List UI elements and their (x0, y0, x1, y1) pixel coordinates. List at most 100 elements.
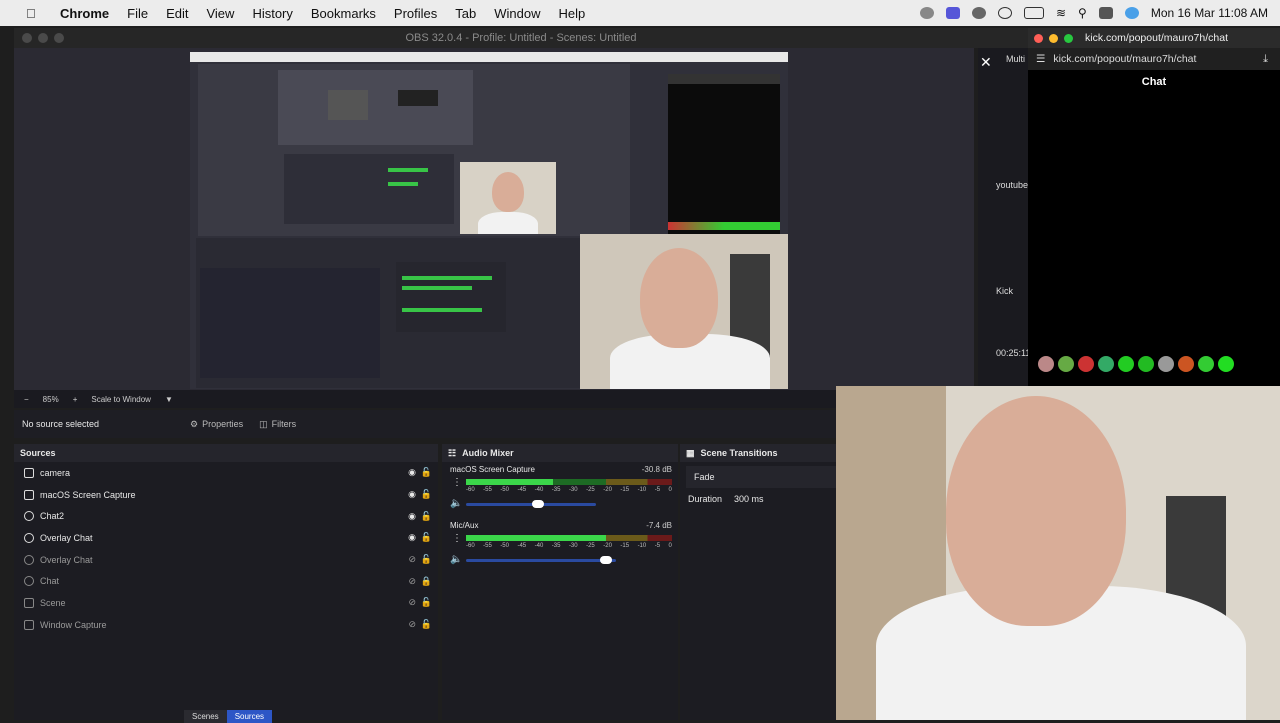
source-name[interactable]: Chat2 (40, 511, 64, 521)
hidden-eye-icon[interactable]: ⊘ (408, 619, 416, 630)
source-item[interactable]: Overlay Chat ⊘ 🔓 (14, 549, 438, 571)
menu-profiles[interactable]: Profiles (385, 6, 446, 21)
lock-open-icon[interactable]: 🔓 (421, 619, 432, 630)
source-name[interactable]: Scene (40, 598, 66, 608)
emote-icon[interactable] (1218, 356, 1234, 372)
volume-knob[interactable] (599, 556, 612, 564)
transition-select[interactable]: Fade (686, 466, 836, 488)
menu-app-name[interactable]: Chrome (46, 6, 118, 21)
menu-history[interactable]: History (243, 6, 301, 21)
lock-open-icon[interactable]: 🔓 (421, 532, 432, 543)
clock[interactable]: Mon 16 Mar 11:08 AM (1151, 6, 1268, 20)
menu-tab[interactable]: Tab (446, 6, 485, 21)
emote-icon[interactable] (1178, 356, 1194, 372)
menu-bookmarks[interactable]: Bookmarks (302, 6, 385, 21)
emote-icon[interactable] (1158, 356, 1174, 372)
zoom-in-icon[interactable]: + (73, 395, 78, 404)
screen-record-icon[interactable] (945, 7, 960, 19)
battery-icon[interactable] (1023, 7, 1044, 19)
source-item[interactable]: Chat2 ◉ 🔓 (14, 505, 438, 527)
chat-url-text[interactable]: kick.com/popout/mauro7h/chat (1053, 53, 1196, 65)
tab-scenes[interactable]: Scenes (184, 710, 227, 723)
lock-open-icon[interactable]: 🔓 (421, 511, 432, 522)
hidden-eye-icon[interactable]: ⊘ (408, 597, 416, 608)
volume-slider[interactable] (466, 500, 596, 508)
source-name[interactable]: Window Capture (40, 620, 107, 630)
source-name[interactable]: camera (40, 468, 70, 478)
chevron-down-icon[interactable]: ▼ (165, 395, 173, 404)
lock-open-icon[interactable]: 🔓 (421, 597, 432, 608)
source-name[interactable]: Overlay Chat (40, 555, 93, 565)
source-name[interactable]: macOS Screen Capture (40, 490, 136, 500)
tab-sources[interactable]: Sources (226, 710, 273, 723)
status-app-icon[interactable] (919, 7, 934, 19)
menu-help[interactable]: Help (550, 6, 595, 21)
volume-slider[interactable] (466, 556, 616, 564)
more-icon[interactable]: ⋮ (452, 533, 462, 544)
minimize-window-icon[interactable] (1049, 33, 1058, 43)
visibility-eye-icon[interactable]: ◉ (408, 489, 416, 500)
lock-open-icon[interactable]: 🔓 (421, 489, 432, 500)
menu-window[interactable]: Window (485, 6, 549, 21)
speaker-icon[interactable]: 🔈 (450, 554, 462, 565)
siri-icon[interactable] (1124, 7, 1139, 19)
browser-icon (24, 576, 34, 587)
source-item[interactable]: Chat ⊘ 🔒 (14, 570, 438, 592)
close-icon[interactable]: ✕ (980, 54, 992, 71)
minimize-window-icon[interactable] (38, 33, 48, 43)
apple-icon[interactable]:  (26, 6, 46, 21)
emote-icon[interactable] (1198, 356, 1214, 372)
visibility-eye-icon[interactable]: ◉ (408, 511, 416, 522)
preview-canvas[interactable] (190, 52, 788, 389)
scale-mode[interactable]: Scale to Window (91, 395, 151, 404)
visibility-eye-icon[interactable]: ◉ (408, 532, 416, 543)
search-icon[interactable]: ⚲ (1078, 6, 1087, 20)
source-item[interactable]: Window Capture ⊘ 🔓 (14, 614, 438, 636)
source-name[interactable]: Overlay Chat (40, 533, 93, 543)
nested-obs-window (198, 64, 630, 236)
hidden-eye-icon[interactable]: ⊘ (408, 554, 416, 565)
wifi-icon[interactable]: ≋ (1056, 6, 1066, 20)
zoom-window-icon[interactable] (54, 33, 64, 43)
more-icon[interactable]: ⋮ (452, 477, 462, 488)
hidden-eye-icon[interactable]: ⊘ (408, 576, 416, 587)
speaker-icon[interactable]: 🔈 (450, 498, 462, 509)
lock-open-icon[interactable]: 🔓 (421, 467, 432, 478)
emote-icon[interactable] (1038, 356, 1054, 372)
close-window-icon[interactable] (22, 33, 32, 43)
obs-icon[interactable] (971, 7, 986, 19)
source-name[interactable]: Chat (40, 576, 59, 586)
chat-url-bar[interactable]: ☰ kick.com/popout/mauro7h/chat ⤓ (1028, 48, 1280, 70)
close-window-icon[interactable] (1034, 33, 1043, 43)
properties-button[interactable]: ⚙ Properties (182, 416, 251, 433)
menu-edit[interactable]: Edit (157, 6, 197, 21)
control-center-icon[interactable] (1098, 7, 1113, 19)
lock-open-icon[interactable]: 🔓 (421, 554, 432, 565)
menu-file[interactable]: File (118, 6, 157, 21)
filters-button[interactable]: ◫ Filters (251, 416, 304, 433)
site-settings-icon[interactable]: ☰ (1036, 53, 1045, 65)
source-item[interactable]: macOS Screen Capture ◉ 🔓 (14, 484, 438, 506)
stream-time-label: 00:25:11 (996, 348, 1031, 358)
emote-icon[interactable] (1138, 356, 1154, 372)
audio-mixer-dock: ☷ Audio Mixer macOS Screen Capture -30.8… (442, 444, 678, 720)
source-item[interactable]: camera ◉ 🔓 (14, 462, 438, 484)
menu-view[interactable]: View (197, 6, 243, 21)
volume-knob[interactable] (532, 500, 544, 508)
zoom-out-icon[interactable]: − (24, 395, 29, 404)
visibility-eye-icon[interactable]: ◉ (408, 467, 416, 478)
emote-icon[interactable] (1098, 356, 1114, 372)
lock-closed-icon[interactable]: 🔒 (421, 576, 432, 587)
duration-value[interactable]: 300 ms (734, 494, 764, 504)
emote-icon[interactable] (1118, 356, 1134, 372)
emote-icon[interactable] (1058, 356, 1074, 372)
source-item[interactable]: Overlay Chat ◉ 🔓 (14, 527, 438, 549)
meter-tick-label: -55 (483, 487, 492, 493)
person-face (640, 248, 718, 348)
zoom-window-icon[interactable] (1064, 33, 1073, 43)
play-icon[interactable] (997, 7, 1012, 19)
source-item[interactable]: Scene ⊘ 🔓 (14, 592, 438, 614)
level-meter (466, 535, 672, 541)
emote-icon[interactable] (1078, 356, 1094, 372)
download-icon[interactable]: ⤓ (1263, 53, 1268, 66)
